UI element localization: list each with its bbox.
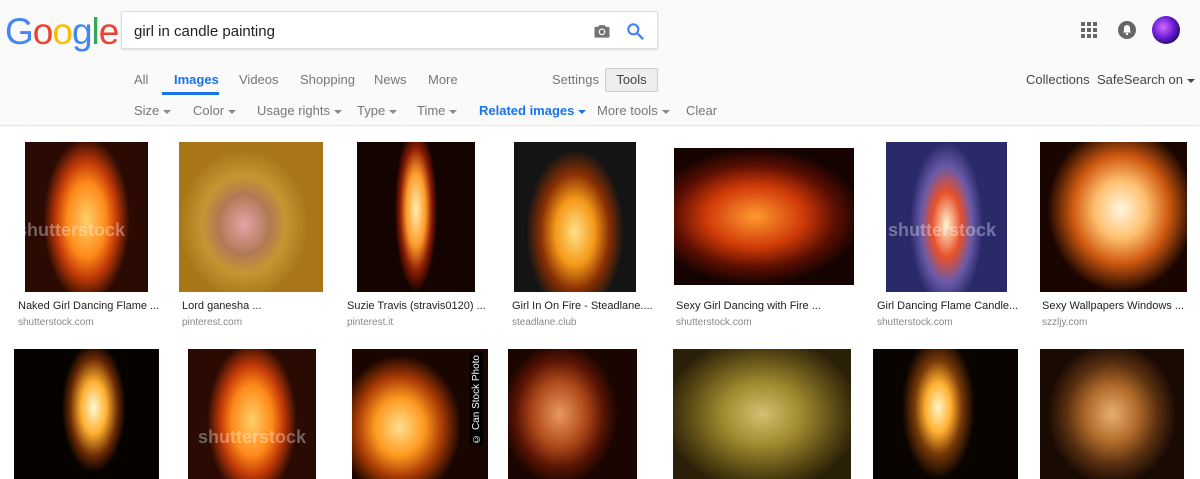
settings-link[interactable]: Settings	[552, 72, 599, 87]
filter-related-images[interactable]: Related images	[479, 103, 587, 118]
logo-letter: g	[71, 11, 93, 52]
result-source[interactable]: shutterstock.com	[18, 317, 94, 328]
tab-news[interactable]: News	[374, 72, 407, 87]
filter-label: Color	[193, 103, 225, 118]
chevron-down-icon	[449, 109, 458, 114]
result-thumbnail[interactable]	[508, 349, 637, 479]
result-thumbnail[interactable]: shutterstock	[886, 142, 1007, 292]
logo-letter: o	[52, 11, 73, 52]
result-thumbnail[interactable]	[514, 142, 636, 292]
result-thumbnail[interactable]	[14, 349, 159, 479]
filter-label: Size	[134, 103, 160, 118]
result-caption[interactable]: Naked Girl Dancing Flame ...	[18, 300, 168, 312]
watermark-text: shutterstock	[25, 220, 126, 240]
logo-letter: o	[32, 11, 54, 52]
tab-shopping[interactable]: Shopping	[300, 72, 355, 87]
watermark-text: shutterstock	[198, 427, 307, 447]
result-source[interactable]: pinterest.com	[182, 317, 242, 328]
chevron-down-icon	[578, 109, 587, 114]
top-header: Google All Images Videos Shopping News M…	[0, 0, 1200, 126]
result-thumbnail[interactable]	[1040, 142, 1187, 292]
avatar[interactable]	[1152, 16, 1180, 44]
result-caption[interactable]: Lord ganesha ...	[182, 300, 332, 312]
result-thumbnail[interactable]	[673, 349, 851, 479]
watermark-text: shutterstock	[888, 220, 997, 240]
result-caption[interactable]: Sexy Girl Dancing with Fire ...	[676, 300, 826, 312]
filter-more-tools[interactable]: More tools	[597, 103, 670, 118]
chevron-down-icon	[163, 109, 172, 114]
watermark-text: © Can Stock Photo	[470, 353, 483, 446]
result-thumbnail[interactable]	[1040, 349, 1184, 479]
result-thumbnail[interactable]: © Can Stock Photo	[352, 349, 488, 479]
result-source[interactable]: shutterstock.com	[877, 317, 953, 328]
filter-label: Related images	[479, 103, 575, 118]
safesearch-toggle[interactable]: SafeSearch on	[1097, 72, 1196, 87]
logo-letter: G	[5, 11, 34, 52]
safesearch-label: SafeSearch on	[1097, 72, 1184, 87]
filter-time[interactable]: Time	[417, 103, 458, 118]
tab-images[interactable]: Images	[174, 72, 219, 87]
google-logo[interactable]: Google	[5, 11, 120, 52]
logo-letter: l	[91, 11, 100, 52]
search-icon[interactable]	[625, 21, 645, 41]
search-input[interactable]	[134, 21, 574, 41]
result-thumbnail[interactable]	[674, 148, 854, 285]
result-source[interactable]: szzljy.com	[1042, 317, 1087, 328]
tab-more[interactable]: More	[428, 72, 458, 87]
result-thumbnail[interactable]: shutterstock	[25, 142, 148, 292]
filter-usage-rights[interactable]: Usage rights	[257, 103, 342, 118]
result-caption[interactable]: Girl In On Fire - Steadlane....	[512, 300, 662, 312]
result-caption[interactable]: Suzie Travis (stravis0120) ...	[347, 300, 497, 312]
tab-videos[interactable]: Videos	[239, 72, 279, 87]
active-tab-indicator	[162, 92, 219, 95]
result-thumbnail[interactable]	[179, 142, 323, 292]
bell-icon[interactable]	[1117, 20, 1137, 40]
result-thumbnail[interactable]: shutterstock	[188, 349, 316, 479]
apps-grid-icon[interactable]	[1081, 22, 1097, 38]
result-source[interactable]: shutterstock.com	[676, 317, 752, 328]
search-box	[121, 11, 658, 49]
filter-bar: Size Color Usage rights Type Time Relate…	[0, 103, 1200, 121]
result-source[interactable]: steadlane.club	[512, 317, 577, 328]
logo-letter: e	[98, 11, 120, 52]
filter-label: Time	[417, 103, 446, 118]
chevron-down-icon	[333, 109, 342, 114]
camera-icon[interactable]	[592, 21, 612, 41]
chevron-down-icon	[661, 109, 670, 114]
tools-button[interactable]: Tools	[605, 68, 658, 92]
collections-link[interactable]: Collections	[1026, 72, 1090, 87]
filter-color[interactable]: Color	[193, 103, 237, 118]
clear-filters-link[interactable]: Clear	[686, 103, 717, 118]
tab-all[interactable]: All	[134, 72, 148, 87]
filter-label: Type	[357, 103, 386, 118]
result-source[interactable]: pinterest.it	[347, 317, 393, 328]
filter-label: More tools	[597, 103, 658, 118]
result-caption[interactable]: Sexy Wallpapers Windows ...	[1042, 300, 1192, 312]
filter-label: Usage rights	[257, 103, 330, 118]
result-caption[interactable]: Girl Dancing Flame Candle...	[877, 300, 1027, 312]
result-thumbnail[interactable]	[357, 142, 475, 292]
chevron-down-icon	[228, 109, 237, 114]
chevron-down-icon	[1187, 78, 1196, 83]
chevron-down-icon	[389, 109, 398, 114]
filter-size[interactable]: Size	[134, 103, 172, 118]
result-thumbnail[interactable]	[873, 349, 1018, 479]
filter-type[interactable]: Type	[357, 103, 398, 118]
